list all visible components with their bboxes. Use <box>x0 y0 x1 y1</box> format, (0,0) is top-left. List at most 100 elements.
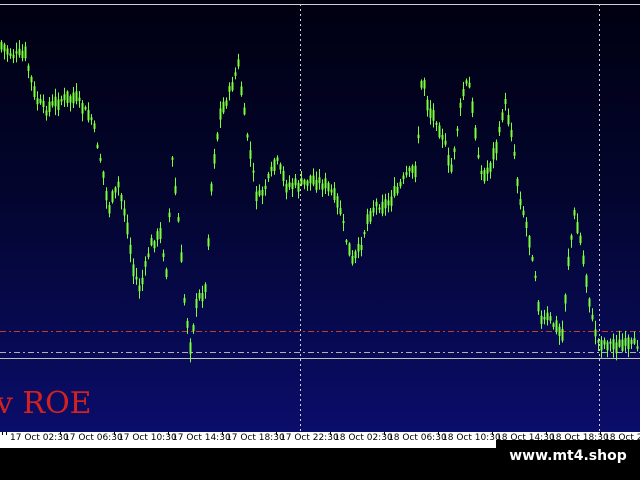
candle-body <box>483 170 486 182</box>
candle-body <box>444 140 447 145</box>
candle-body <box>177 217 180 222</box>
candle-body <box>6 48 9 55</box>
candle-body <box>570 235 573 240</box>
candle-body <box>0 41 3 50</box>
candle-body <box>192 325 195 332</box>
candle-body <box>528 236 531 248</box>
candle-body <box>624 338 627 346</box>
candle-body <box>402 175 405 180</box>
candle-body <box>270 166 273 172</box>
time-axis-tick <box>114 432 115 435</box>
candle-body <box>594 329 597 337</box>
candle-body <box>231 82 234 91</box>
candle-body <box>432 110 435 121</box>
candle-body <box>561 328 564 341</box>
candle-body <box>327 183 330 192</box>
candle-body <box>78 97 81 102</box>
candle-body <box>357 243 360 252</box>
candle-body <box>339 208 342 215</box>
candle-body <box>174 185 177 194</box>
candle-body <box>420 80 423 88</box>
candle-body <box>600 340 603 351</box>
candle-body <box>18 48 21 56</box>
brand-watermark: www.mt4.shop <box>496 440 640 472</box>
candle-body <box>480 170 483 175</box>
candle-body <box>453 148 456 152</box>
candle-body <box>126 222 129 235</box>
candle-body <box>303 179 306 185</box>
candle-body <box>348 243 351 256</box>
candle-body <box>597 340 600 343</box>
candle-body <box>363 232 366 235</box>
candle-body <box>276 157 279 161</box>
candle-body <box>51 101 54 106</box>
candle-body <box>321 183 324 190</box>
candle-body <box>636 346 639 349</box>
candle-body <box>87 109 90 121</box>
candle-body <box>147 253 150 258</box>
time-axis-tick <box>6 432 7 435</box>
candle-body <box>132 264 135 277</box>
candle-body <box>219 108 222 120</box>
candle-body <box>375 201 378 207</box>
candle-body <box>72 92 75 104</box>
candle-body <box>459 102 462 108</box>
candle-body <box>90 117 93 120</box>
time-axis-tick <box>600 432 601 435</box>
candle-body <box>474 127 477 139</box>
time-axis-tick <box>330 432 331 435</box>
candle-body <box>138 285 141 292</box>
candle-body <box>249 150 252 159</box>
candle-body <box>615 342 618 354</box>
candle-body <box>3 44 6 52</box>
candle-body <box>210 183 213 192</box>
time-axis-tick <box>492 432 493 435</box>
candle-body <box>552 323 555 327</box>
candle-body <box>417 134 420 139</box>
candle-body <box>423 80 426 89</box>
candle-body <box>201 293 204 302</box>
candle-body <box>204 284 207 293</box>
candle-body <box>48 101 51 113</box>
time-axis-tick <box>2 432 3 435</box>
candle-body <box>15 51 18 54</box>
candle-body <box>555 320 558 332</box>
candle-body <box>66 91 69 103</box>
candle-body <box>405 172 408 176</box>
candle-body <box>234 72 237 76</box>
candle-body <box>195 298 198 309</box>
candle-body <box>315 179 318 190</box>
candle-body <box>75 91 78 102</box>
candle-body <box>243 107 246 115</box>
candle-body <box>558 326 561 336</box>
candle-body <box>225 100 228 106</box>
candle-body <box>429 108 432 118</box>
candle-body <box>507 114 510 125</box>
candle-body <box>612 339 615 350</box>
candle-body <box>39 98 42 104</box>
candle-body <box>105 190 108 201</box>
candle-body <box>54 96 57 107</box>
candle-body <box>141 277 144 285</box>
candle-body <box>267 173 270 179</box>
candle-body <box>252 170 255 173</box>
candle-body <box>384 199 387 209</box>
candle-body <box>441 134 444 140</box>
candle-body <box>183 297 186 303</box>
candle-body <box>606 342 609 351</box>
candle-body <box>288 182 291 187</box>
candle-body <box>207 238 210 247</box>
candle-body <box>258 190 261 196</box>
candle-body <box>222 101 225 113</box>
candle-body <box>123 208 126 216</box>
candle-body <box>486 167 489 174</box>
candle-body <box>171 157 174 160</box>
time-axis-tick <box>60 432 61 435</box>
candle-body <box>387 200 390 206</box>
candle-body <box>324 178 327 189</box>
candle-body <box>285 183 288 193</box>
candle-body <box>282 170 285 182</box>
candle-body <box>426 99 429 111</box>
price-chart[interactable]: v ROE <box>0 0 640 432</box>
candle-body <box>12 54 15 59</box>
